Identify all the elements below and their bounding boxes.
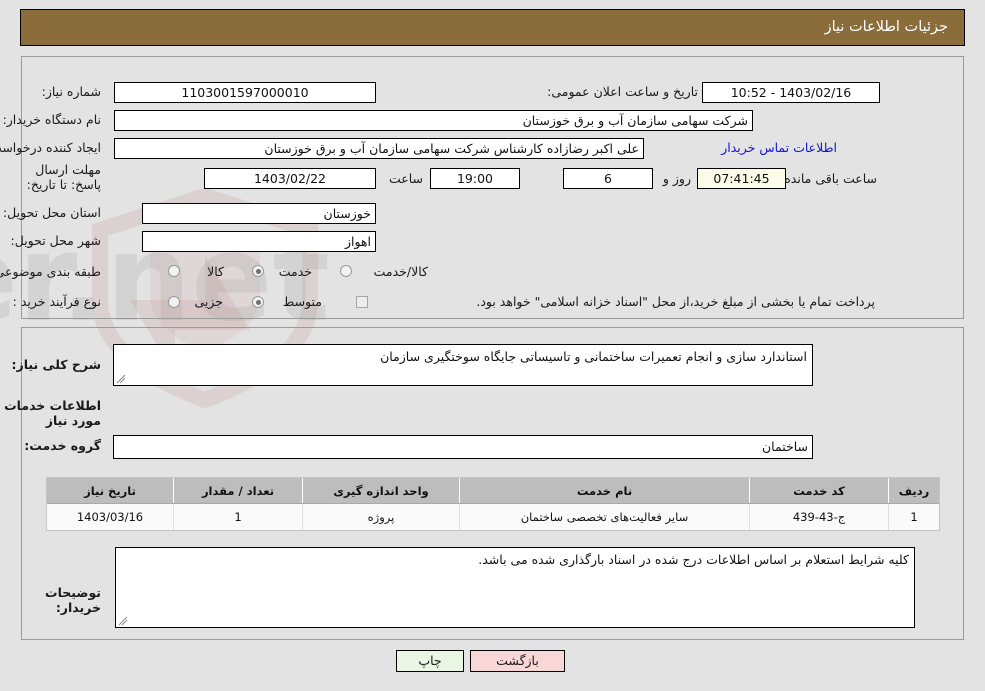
buyer-contact-link[interactable]: اطلاعات تماس خریدار: [721, 140, 837, 156]
service-group-label: گروه خدمت:: [24, 438, 101, 453]
print-button[interactable]: چاپ: [396, 650, 464, 672]
treasury-bonds-label: پرداخت تمام یا بخشی از مبلغ خرید،از محل …: [476, 294, 875, 309]
delivery-city-value[interactable]: اهواز: [142, 231, 376, 252]
col-unit: واحد اندازه گیری: [302, 478, 460, 504]
delivery-province-value[interactable]: خوزستان: [142, 203, 376, 224]
deadline-hour-label: ساعت: [388, 171, 423, 186]
table-row[interactable]: 1 ج-43-439 سایر فعالیت‌های تخصصی ساختمان…: [47, 503, 939, 530]
service-group-value[interactable]: ساختمان: [113, 435, 813, 459]
radio-khedmat[interactable]: [252, 265, 264, 277]
col-need-date: تاریخ نیاز: [47, 478, 174, 504]
buyer-org-value[interactable]: شرکت سهامی سازمان آب و برق خوزستان: [114, 110, 753, 131]
col-service-name: نام خدمت: [459, 478, 750, 504]
deadline-hour-value[interactable]: 19:00: [430, 168, 520, 189]
delivery-province-label: استان محل تحویل:: [2, 205, 101, 220]
buyer-notes-textarea[interactable]: کلیه شرایط استعلام بر اساس اطلاعات درج ش…: [115, 547, 915, 628]
cell-unit: پروژه: [302, 503, 460, 530]
radio-kala-khedmat-label: کالا/خدمت: [373, 264, 428, 279]
radio-motavasset[interactable]: [252, 296, 264, 308]
general-desc-label: شرح کلی نیاز:: [11, 357, 101, 372]
treasury-bonds-checkbox[interactable]: [356, 296, 368, 308]
countdown-suffix-label: ساعت باقی مانده: [784, 171, 877, 186]
days-remaining-value[interactable]: 6: [563, 168, 653, 189]
request-creator-label: ایجاد کننده درخواست:: [0, 140, 101, 155]
request-creator-value[interactable]: علی اکبر رضازاده کارشناس شرکت سهامی سازم…: [114, 138, 644, 159]
table-header-row: ردیف کد خدمت نام خدمت واحد اندازه گیری ت…: [47, 478, 939, 504]
subject-category-label: طبقه بندی موضوعی:: [0, 264, 101, 279]
radio-kala-label: کالا: [207, 264, 224, 279]
page-title: جزئیات اطلاعات نیاز: [824, 19, 948, 35]
need-number-value[interactable]: 1103001597000010: [114, 82, 376, 103]
countdown-timer: 07:41:45: [697, 168, 786, 189]
services-info-title: اطلاعات خدمات مورد نیاز: [4, 398, 101, 428]
radio-kala-khedmat[interactable]: [340, 265, 352, 277]
delivery-city-label: شهر محل تحویل:: [10, 233, 101, 248]
deadline-label: مهلت ارسال پاسخ: تا تاریخ:: [26, 162, 101, 192]
col-quantity: تعداد / مقدار: [173, 478, 303, 504]
radio-motavasset-label: متوسط: [282, 294, 322, 309]
col-radif: ردیف: [888, 478, 939, 504]
deadline-date-value[interactable]: 1403/02/22: [204, 168, 376, 189]
col-service-code: کد خدمت: [749, 478, 889, 504]
general-desc-text: استاندارد سازی و انجام تعمیرات ساختمانی …: [380, 349, 807, 364]
resize-grip-icon-notes[interactable]: [118, 616, 128, 626]
cell-quantity: 1: [173, 503, 303, 530]
need-number-label: شماره نیاز:: [41, 84, 101, 99]
services-table: ردیف کد خدمت نام خدمت واحد اندازه گیری ت…: [46, 477, 940, 531]
back-button[interactable]: بازگشت: [470, 650, 565, 672]
general-desc-textarea[interactable]: استاندارد سازی و انجام تعمیرات ساختمانی …: [113, 344, 813, 386]
buyer-org-label: نام دستگاه خریدار:: [2, 112, 101, 127]
radio-kala[interactable]: [168, 265, 180, 277]
resize-grip-icon[interactable]: [116, 374, 126, 384]
header-bar: جزئیات اطلاعات نیاز: [20, 9, 965, 46]
radio-jozii-label: جزیی: [194, 294, 223, 309]
radio-khedmat-label: خدمت: [278, 264, 312, 279]
cell-service-name: سایر فعالیت‌های تخصصی ساختمان: [459, 503, 750, 530]
purchase-process-label: نوع فرآیند خرید :: [12, 294, 101, 309]
cell-need-date: 1403/03/16: [47, 503, 174, 530]
buyer-notes-text: کلیه شرایط استعلام بر اساس اطلاعات درج ش…: [478, 552, 909, 567]
days-unit-label: روز و: [662, 171, 691, 186]
page-root: جزئیات اطلاعات نیاز شماره نیاز: 11030015…: [0, 0, 985, 691]
cell-radif: 1: [888, 503, 939, 530]
buyer-notes-label: توضیحات خریدار:: [45, 585, 101, 615]
radio-jozii[interactable]: [168, 296, 180, 308]
announce-datetime-value[interactable]: 1403/02/16 - 10:52: [702, 82, 880, 103]
announce-datetime-label: تاریخ و ساعت اعلان عمومی:: [547, 84, 698, 99]
cell-service-code: ج-43-439: [749, 503, 889, 530]
